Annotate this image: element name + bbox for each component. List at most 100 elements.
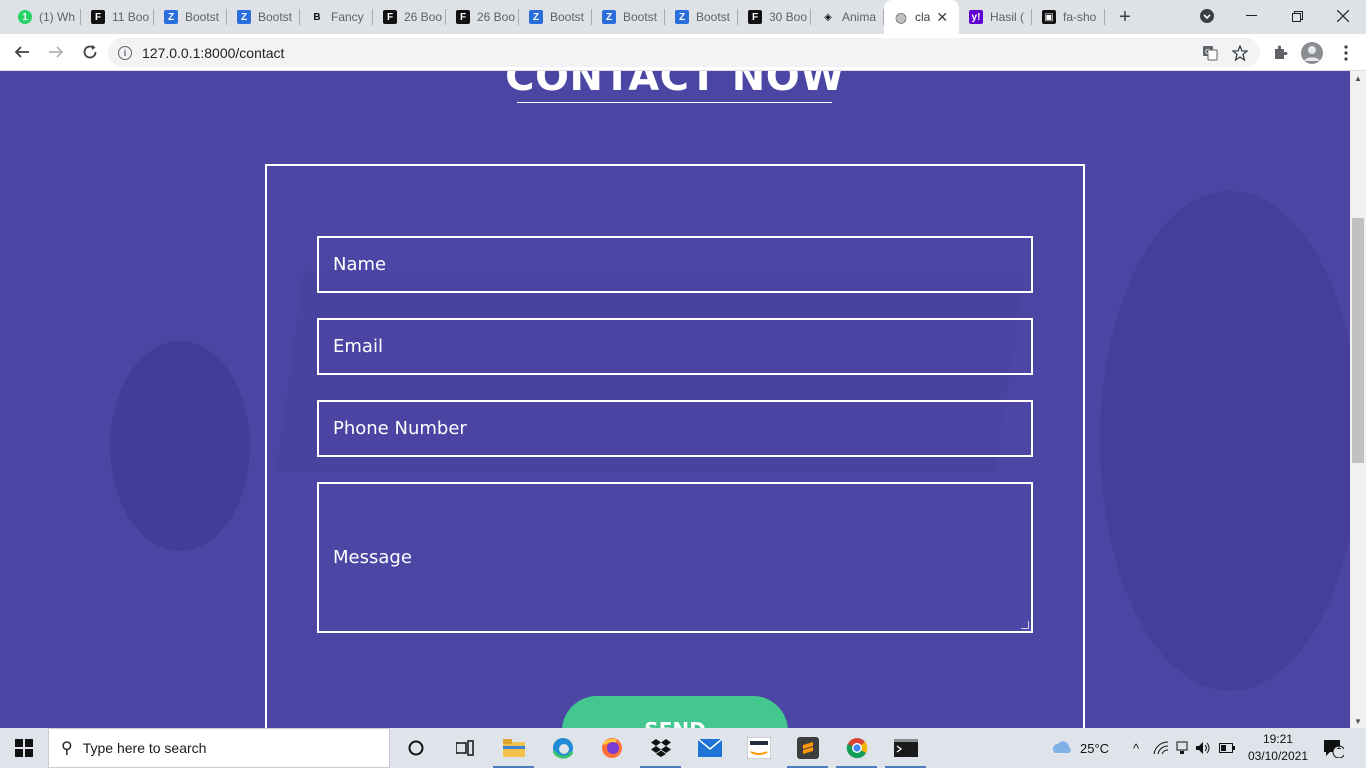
minimize-icon[interactable] <box>1232 0 1270 32</box>
page-scrollbar[interactable]: ▲ ▼ <box>1350 71 1366 728</box>
tab-label: 26 Boo <box>477 10 516 24</box>
firefox-icon[interactable] <box>587 728 636 768</box>
browser-tab[interactable]: Z Bootst <box>227 0 300 34</box>
show-hidden-icons-icon[interactable]: ^ <box>1127 741 1145 756</box>
browser-tab[interactable]: ▣ fa-sho <box>1032 0 1105 34</box>
browser-tab[interactable]: Z Bootst <box>519 0 592 34</box>
volume-icon[interactable] <box>1195 741 1211 755</box>
forward-icon[interactable] <box>40 36 72 68</box>
tab-label: 30 Boo <box>769 10 808 24</box>
message-field[interactable]: Message <box>317 482 1033 633</box>
frontendor-icon: F <box>91 10 105 24</box>
browser-tab[interactable]: ◍ cla ✕ <box>884 0 959 34</box>
address-bar[interactable]: i 127.0.0.1:8000/contact <box>108 38 1260 67</box>
close-tab-icon[interactable]: ✕ <box>936 9 948 26</box>
restore-icon[interactable] <box>1278 0 1316 32</box>
tab-label: Bootst <box>550 10 585 24</box>
browser-tab[interactable]: y! Hasil ( <box>959 0 1032 34</box>
svg-text:G: G <box>1205 48 1210 56</box>
browser-tab[interactable]: B Fancy <box>300 0 373 34</box>
tab-label: cla <box>915 10 931 24</box>
tab-search-icon[interactable] <box>1192 0 1222 32</box>
tab-label: 26 Boo <box>404 10 443 24</box>
frontendor-icon: F <box>748 10 762 24</box>
contact-page: CONTACT NOW Name Email Phone Number Mess… <box>0 71 1350 728</box>
textarea-resize-handle[interactable] <box>1021 621 1029 629</box>
back-icon[interactable] <box>6 36 38 68</box>
tab-list: 1 (1) Wh F 11 Boo Z Bootst Z Bootst B Fancy F 26 Bo… <box>0 0 1105 34</box>
browser-tab[interactable]: F 26 Boo <box>446 0 519 34</box>
phone-field[interactable]: Phone Number <box>317 400 1033 457</box>
cortana-icon[interactable] <box>391 728 440 768</box>
translate-icon[interactable]: G <box>1196 39 1224 67</box>
browser-tab[interactable]: Z Bootst <box>154 0 227 34</box>
tab-strip: 1 (1) Wh F 11 Boo Z Bootst Z Bootst B Fancy F 26 Bo… <box>0 0 1366 34</box>
wifi-icon[interactable] <box>1153 741 1169 755</box>
scroll-down-icon[interactable]: ▼ <box>1350 714 1366 728</box>
tab-label: (1) Wh <box>39 10 75 24</box>
close-window-icon[interactable] <box>1324 0 1362 32</box>
title-underline <box>517 102 832 103</box>
windows-taskbar: ⚲ Type here to search 25°C ^ 19:21 03/10… <box>0 728 1366 768</box>
chrome-menu-icon[interactable] <box>1332 39 1360 67</box>
browser-tab[interactable]: F 26 Boo <box>373 0 446 34</box>
scroll-thumb[interactable] <box>1352 218 1364 463</box>
task-view-icon[interactable] <box>440 728 489 768</box>
mail-icon[interactable] <box>685 728 734 768</box>
globe-icon: ◍ <box>894 8 908 25</box>
tab-label: Anima <box>842 10 877 24</box>
clock-time: 19:21 <box>1262 732 1293 746</box>
clock-date: 03/10/2021 <box>1247 749 1308 763</box>
amazon-icon[interactable] <box>734 728 783 768</box>
reload-icon[interactable] <box>74 36 106 68</box>
browser-tab[interactable]: ◈ Anima <box>811 0 884 34</box>
page-title: CONTACT NOW <box>505 71 845 100</box>
message-placeholder: Message <box>333 547 412 568</box>
edge-icon[interactable] <box>538 728 587 768</box>
weather-widget[interactable]: 25°C <box>1050 728 1109 768</box>
windows-start-icon[interactable] <box>0 728 48 768</box>
frontendor-icon: F <box>456 10 470 24</box>
bookmark-star-icon[interactable] <box>1226 39 1254 67</box>
scroll-up-icon[interactable]: ▲ <box>1350 71 1366 85</box>
extensions-icon[interactable] <box>1266 39 1294 67</box>
tab-label: Bootst <box>185 10 220 24</box>
tab-label: Bootst <box>623 10 658 24</box>
file-explorer-icon[interactable] <box>489 728 538 768</box>
system-tray: ^ <box>1127 728 1235 768</box>
tab-label: 11 Boo <box>112 10 150 24</box>
email-field[interactable]: Email <box>317 318 1033 375</box>
browser-tab[interactable]: Z Bootst <box>665 0 738 34</box>
name-field[interactable]: Name <box>317 236 1033 293</box>
bootstrap-icon: Z <box>675 10 689 24</box>
background-plant <box>1100 191 1350 691</box>
email-placeholder: Email <box>333 336 383 357</box>
browser-tab[interactable]: Z Bootst <box>592 0 665 34</box>
bootstrap-icon: Z <box>237 10 251 24</box>
site-info-icon[interactable]: i <box>118 45 132 60</box>
chrome-icon[interactable] <box>832 728 881 768</box>
dropbox-icon[interactable] <box>636 728 685 768</box>
url-text: 127.0.0.1:8000/contact <box>142 44 285 61</box>
browser-tab[interactable]: F 30 Boo <box>738 0 811 34</box>
frontendor-icon: F <box>383 10 397 24</box>
profile-avatar[interactable] <box>1298 39 1326 67</box>
taskbar-search-box[interactable]: ⚲ Type here to search <box>48 728 390 768</box>
name-placeholder: Name <box>333 254 387 275</box>
sublime-text-icon[interactable] <box>783 728 832 768</box>
new-tab-button[interactable]: + <box>1105 0 1145 34</box>
send-button[interactable]: SEND <box>562 696 788 728</box>
folder-icon: ▣ <box>1042 10 1056 24</box>
phone-placeholder: Phone Number <box>333 418 467 439</box>
bootstrap-icon: Z <box>529 10 543 24</box>
browser-tab[interactable]: F 11 Boo <box>81 0 154 34</box>
network-icon[interactable] <box>1175 741 1189 755</box>
terminal-icon[interactable] <box>881 728 930 768</box>
bootstrap-icon: Z <box>602 10 616 24</box>
tab-label: Fancy <box>331 10 364 24</box>
battery-icon[interactable] <box>1219 743 1235 753</box>
fancy-b-icon: B <box>313 11 321 23</box>
browser-tab[interactable]: 1 (1) Wh <box>8 0 81 34</box>
notifications-icon[interactable]: 1 <box>1322 728 1344 768</box>
taskbar-clock[interactable]: 19:21 03/10/2021 <box>1248 731 1308 765</box>
